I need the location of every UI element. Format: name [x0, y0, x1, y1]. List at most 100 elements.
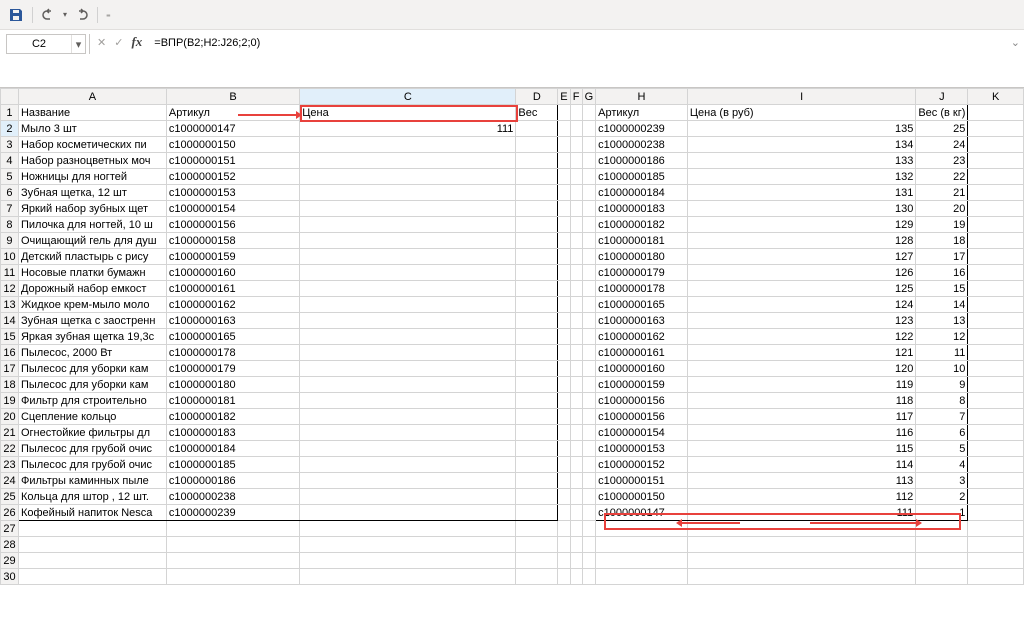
cell[interactable]	[570, 553, 582, 569]
row-header[interactable]: 5	[1, 169, 19, 185]
row-header[interactable]: 10	[1, 249, 19, 265]
cell[interactable]: 25	[916, 121, 968, 137]
fx-icon[interactable]: fx	[131, 34, 142, 50]
cell[interactable]: 111	[300, 121, 516, 137]
cell[interactable]	[558, 361, 570, 377]
cell[interactable]	[582, 361, 596, 377]
cell[interactable]	[300, 505, 516, 521]
col-header-E[interactable]: E	[558, 89, 570, 105]
cell[interactable]: 2	[916, 489, 968, 505]
cell[interactable]: с1000000184	[166, 441, 299, 457]
row-header[interactable]: 15	[1, 329, 19, 345]
cell[interactable]	[582, 169, 596, 185]
cell[interactable]: 129	[687, 217, 915, 233]
cell[interactable]	[582, 425, 596, 441]
cell[interactable]	[558, 185, 570, 201]
row-header[interactable]: 18	[1, 377, 19, 393]
cell[interactable]	[300, 265, 516, 281]
cell[interactable]: с1000000185	[596, 169, 688, 185]
cell[interactable]: с1000000159	[596, 377, 688, 393]
cell[interactable]	[558, 105, 570, 121]
cell[interactable]	[300, 329, 516, 345]
cell[interactable]: с1000000165	[596, 297, 688, 313]
cell[interactable]	[18, 553, 166, 569]
cell[interactable]	[582, 297, 596, 313]
cell[interactable]: 13	[916, 313, 968, 329]
cell[interactable]: с1000000159	[166, 249, 299, 265]
cell[interactable]: Набор разноцветных моч	[18, 153, 166, 169]
cell[interactable]	[516, 553, 558, 569]
cell[interactable]	[968, 345, 1024, 361]
cell[interactable]	[300, 137, 516, 153]
cell[interactable]: Пылесос для уборки кам	[18, 361, 166, 377]
cell[interactable]: с1000000238	[596, 137, 688, 153]
cell[interactable]: с1000000183	[166, 425, 299, 441]
cell[interactable]	[582, 441, 596, 457]
cell[interactable]: с1000000147	[166, 121, 299, 137]
row-header[interactable]: 27	[1, 521, 19, 537]
cell[interactable]: 18	[916, 233, 968, 249]
cell[interactable]	[300, 153, 516, 169]
cell[interactable]: 116	[687, 425, 915, 441]
cell[interactable]	[570, 521, 582, 537]
cell[interactable]: 12	[916, 329, 968, 345]
cell[interactable]	[516, 233, 558, 249]
cell[interactable]: 16	[916, 265, 968, 281]
cell[interactable]: с1000000154	[596, 425, 688, 441]
cell[interactable]	[300, 233, 516, 249]
cell[interactable]	[968, 121, 1024, 137]
cell[interactable]	[968, 153, 1024, 169]
cell[interactable]	[558, 265, 570, 281]
cell[interactable]: Зубная щетка с заостренн	[18, 313, 166, 329]
cell[interactable]	[582, 489, 596, 505]
cell[interactable]: с1000000186	[166, 473, 299, 489]
row-header[interactable]: 12	[1, 281, 19, 297]
cell[interactable]	[300, 281, 516, 297]
cell[interactable]: с1000000182	[596, 217, 688, 233]
cell[interactable]: Кольца для штор , 12 шт.	[18, 489, 166, 505]
cell[interactable]: с1000000162	[596, 329, 688, 345]
cell[interactable]	[570, 233, 582, 249]
cell[interactable]	[18, 569, 166, 585]
cell[interactable]	[516, 137, 558, 153]
cell[interactable]	[570, 201, 582, 217]
cell[interactable]	[18, 537, 166, 553]
row-header[interactable]: 7	[1, 201, 19, 217]
col-header-A[interactable]: A	[18, 89, 166, 105]
cell[interactable]	[516, 409, 558, 425]
name-box-input[interactable]	[7, 35, 71, 53]
cell[interactable]	[570, 265, 582, 281]
cell[interactable]: Пылесос для грубой очис	[18, 441, 166, 457]
cell[interactable]	[582, 409, 596, 425]
cell[interactable]: 10	[916, 361, 968, 377]
cell[interactable]	[558, 169, 570, 185]
cell[interactable]: 133	[687, 153, 915, 169]
cell[interactable]: с1000000153	[166, 185, 299, 201]
cell[interactable]: с1000000178	[166, 345, 299, 361]
cell[interactable]	[570, 169, 582, 185]
cell[interactable]: Дорожный набор емкост	[18, 281, 166, 297]
cell[interactable]	[968, 281, 1024, 297]
cell[interactable]: Яркая зубная щетка 19,3с	[18, 329, 166, 345]
cell[interactable]: с1000000163	[166, 313, 299, 329]
row-header[interactable]: 8	[1, 217, 19, 233]
cell[interactable]: 126	[687, 265, 915, 281]
cell[interactable]	[582, 185, 596, 201]
row-header[interactable]: 6	[1, 185, 19, 201]
cell[interactable]	[582, 137, 596, 153]
cell[interactable]	[516, 153, 558, 169]
cell[interactable]	[968, 537, 1024, 553]
cell[interactable]	[687, 537, 915, 553]
cell[interactable]	[570, 345, 582, 361]
cell[interactable]	[570, 505, 582, 521]
cell[interactable]: 17	[916, 249, 968, 265]
row-header[interactable]: 29	[1, 553, 19, 569]
cell[interactable]	[916, 537, 968, 553]
cell[interactable]: с1000000239	[166, 505, 299, 521]
cell[interactable]	[916, 521, 968, 537]
cell[interactable]	[968, 569, 1024, 585]
cell[interactable]	[570, 297, 582, 313]
cell[interactable]	[570, 457, 582, 473]
cell[interactable]	[516, 473, 558, 489]
cell[interactable]: с1000000154	[166, 201, 299, 217]
